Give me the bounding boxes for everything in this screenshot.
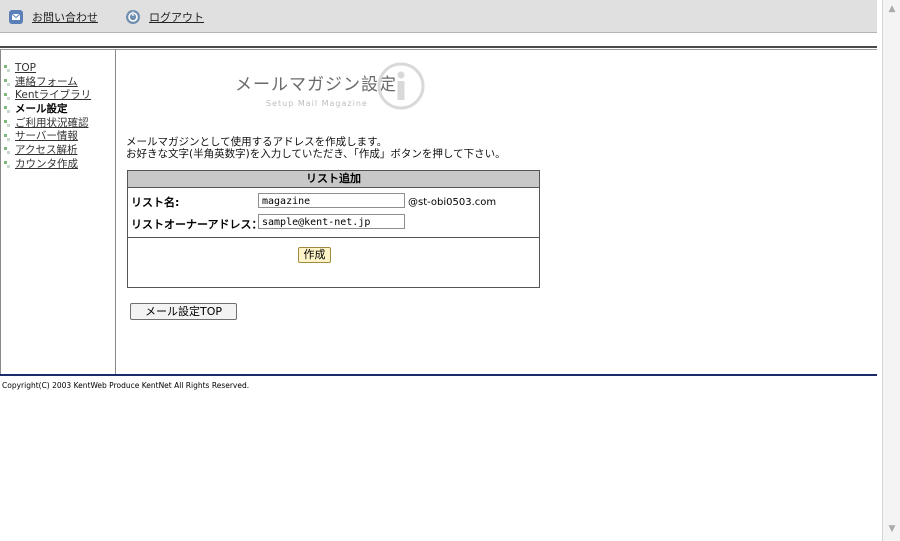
footer-divider [0, 374, 877, 376]
bullet-icon [4, 78, 11, 87]
vertical-scrollbar[interactable]: ▲ ▼ [882, 0, 900, 541]
toolbar: お問い合わせ ログアウト [0, 0, 877, 33]
bullet-icon [4, 160, 11, 169]
bullet-icon [4, 105, 11, 114]
domain-suffix: @st-obi0503.com [408, 197, 497, 208]
owner-address-label: リストオーナーアドレス： [131, 218, 263, 231]
list-name-label: リスト名: [131, 196, 180, 209]
contact-link[interactable]: お問い合わせ [8, 8, 98, 26]
sidebar-item-label[interactable]: Kentライブラリ [15, 89, 91, 103]
panel-heading: リスト追加 [128, 171, 539, 188]
sidebar-item-label: メール設定 [15, 103, 68, 116]
logout-link[interactable]: ログアウト [125, 8, 204, 26]
bullet-icon [4, 92, 11, 101]
header-divider [0, 46, 877, 48]
info-icon [377, 62, 425, 110]
bullet-icon [4, 119, 11, 128]
scroll-down-icon[interactable]: ▼ [885, 522, 899, 536]
create-button[interactable]: 作成 [298, 247, 331, 263]
sidebar-item-counter[interactable]: カウンタ作成 [4, 158, 91, 172]
instructions: メールマガジンとして使用するアドレスを作成します。 お好きな文字(半角英数字)を… [126, 136, 506, 160]
sidebar-item-label[interactable]: 連絡フォーム [15, 76, 78, 90]
logout-label: ログアウト [149, 11, 204, 24]
sidebar-item-label[interactable]: ご利用状況確認 [15, 117, 89, 131]
sidebar-nav: TOP 連絡フォーム Kentライブラリ メール設定 ご利用状況確認 サーバー情… [4, 62, 91, 172]
sidebar-item-mail-settings: メール設定 [4, 103, 91, 117]
sidebar-item-label[interactable]: TOP [15, 62, 36, 76]
sidebar-item-access-analysis[interactable]: アクセス解析 [4, 144, 91, 158]
sidebar-item-label[interactable]: サーバー情報 [15, 130, 78, 144]
panel-fields: リスト名: magazine @st-obi0503.com リストオーナーアド… [128, 188, 539, 238]
bullet-icon [4, 146, 11, 155]
sidebar-item-server-info[interactable]: サーバー情報 [4, 130, 91, 144]
mail-icon [8, 9, 24, 25]
instruction-line-1: メールマガジンとして使用するアドレスを作成します。 [126, 136, 388, 148]
list-add-panel: リスト追加 リスト名: magazine @st-obi0503.com リスト… [127, 170, 540, 288]
sidebar: TOP 連絡フォーム Kentライブラリ メール設定 ご利用状況確認 サーバー情… [0, 50, 116, 374]
sidebar-item-label[interactable]: カウンタ作成 [15, 158, 78, 172]
bullet-icon [4, 64, 11, 73]
logout-icon [125, 9, 141, 25]
sidebar-item-usage[interactable]: ご利用状況確認 [4, 117, 91, 131]
sidebar-item-kent-library[interactable]: Kentライブラリ [4, 89, 91, 103]
page-title: メールマガジン設定 [235, 75, 397, 95]
sidebar-item-label[interactable]: アクセス解析 [15, 144, 77, 158]
bullet-icon [4, 133, 11, 142]
main-content: メールマガジン設定 Setup Mail Magazine メールマガジンとして… [117, 50, 877, 374]
owner-address-input[interactable]: sample@kent-net.jp [258, 214, 405, 229]
sidebar-item-contact-form[interactable]: 連絡フォーム [4, 76, 91, 90]
copyright: Copyright(C) 2003 KentWeb Produce KentNe… [2, 381, 250, 390]
scroll-up-icon[interactable]: ▲ [885, 2, 899, 16]
contact-label: お問い合わせ [32, 11, 98, 24]
sidebar-item-top[interactable]: TOP [4, 62, 91, 76]
instruction-line-2: お好きな文字(半角英数字)を入力していただき、「作成」ボタンを押して下さい。 [126, 148, 506, 160]
list-name-input[interactable]: magazine [258, 193, 405, 208]
page-subtitle: Setup Mail Magazine [266, 99, 368, 108]
mail-settings-top-button[interactable]: メール設定TOP [130, 303, 237, 320]
